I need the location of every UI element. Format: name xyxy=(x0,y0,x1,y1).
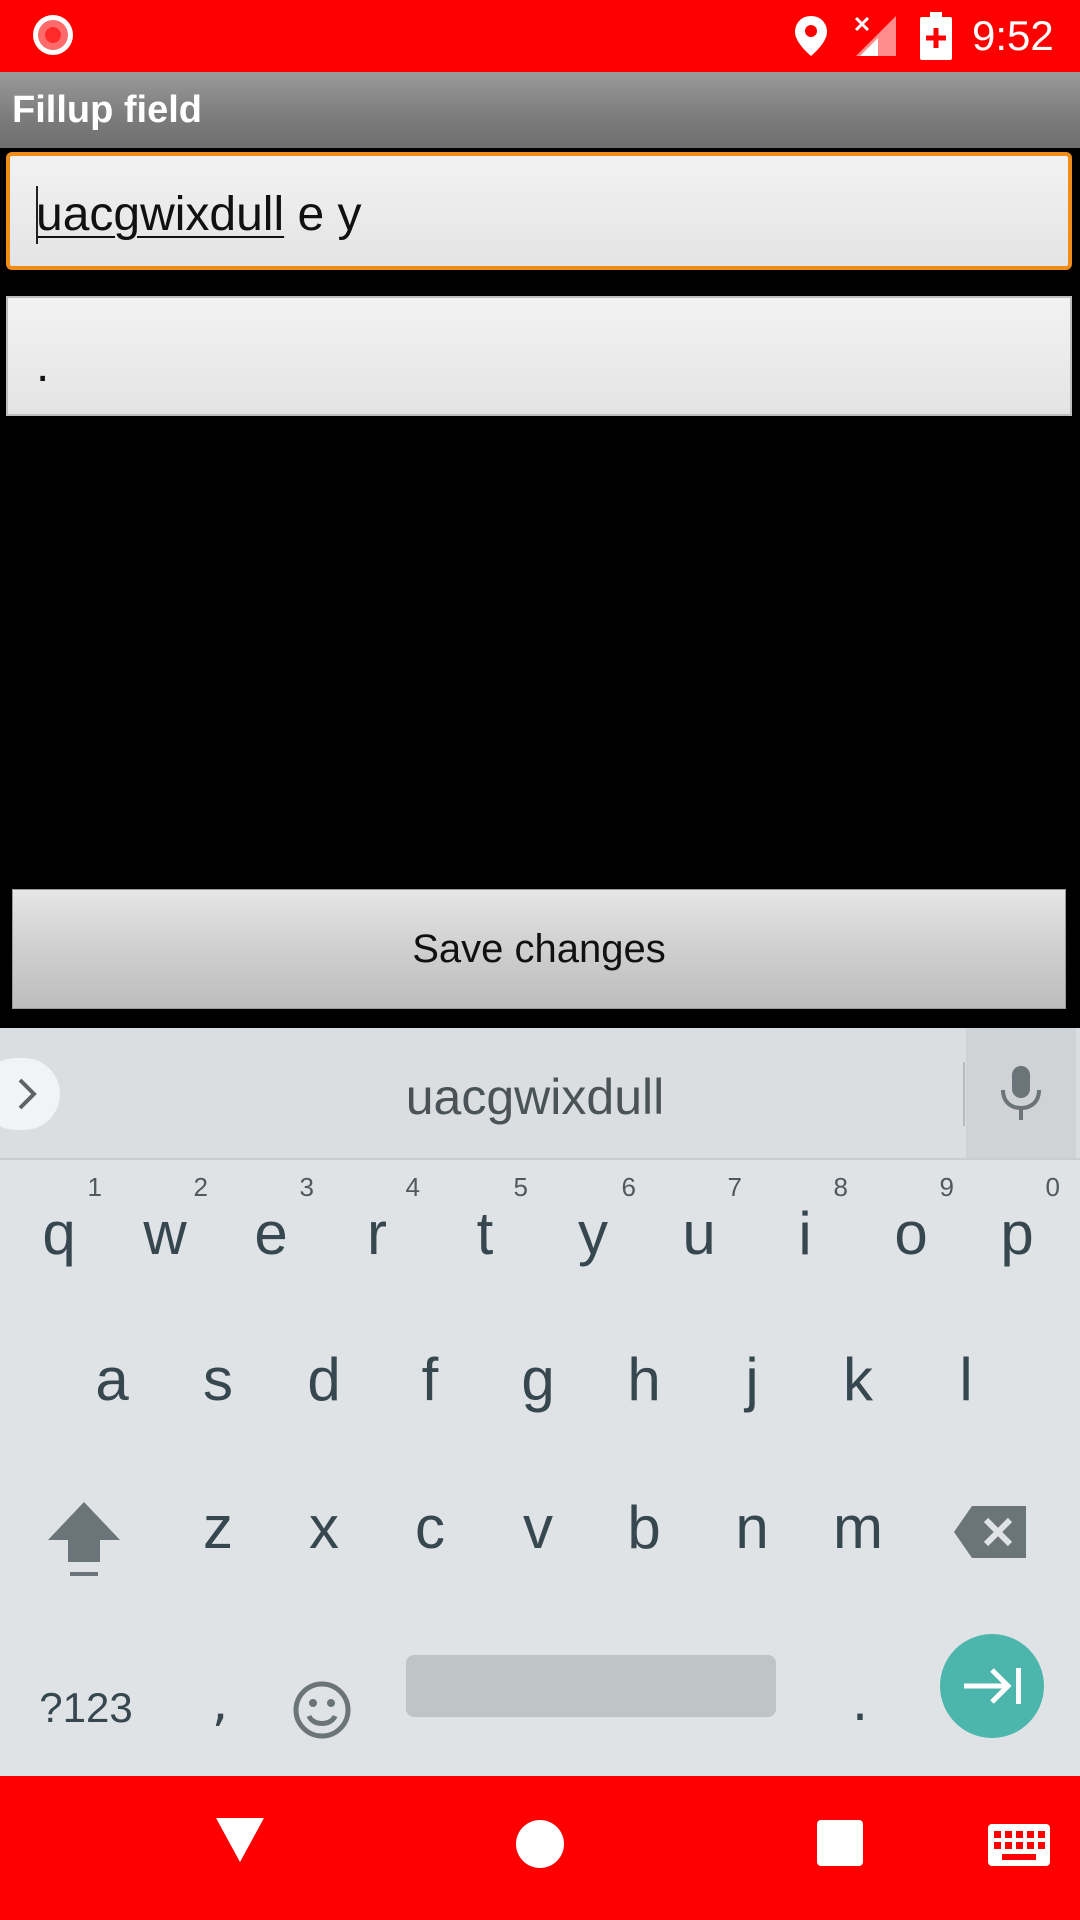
period-key[interactable]: . xyxy=(820,1648,900,1768)
key-o[interactable]: 9o xyxy=(858,1166,964,1306)
key-label: r xyxy=(367,1200,387,1267)
comma-key[interactable]: , xyxy=(180,1648,260,1768)
page-title: Fillup field xyxy=(12,89,202,131)
backspace-icon[interactable] xyxy=(952,1504,1028,1560)
emoji-icon[interactable] xyxy=(292,1680,352,1740)
key-label: u xyxy=(682,1200,716,1267)
text-cursor xyxy=(36,186,38,245)
navigation-bar xyxy=(0,1776,1080,1920)
key-x[interactable]: x xyxy=(271,1460,377,1600)
soft-keyboard: uacgwixdull 1q 2w 3e 4r 5t 6y 7u 8i 9o 0… xyxy=(0,1028,1080,1776)
key-label: z xyxy=(203,1494,233,1561)
key-e[interactable]: 3e xyxy=(218,1166,324,1306)
key-label: v xyxy=(523,1494,553,1561)
key-label: q xyxy=(42,1200,76,1267)
recents-icon[interactable] xyxy=(817,1820,863,1866)
key-label: g xyxy=(521,1346,555,1413)
key-r[interactable]: 4r xyxy=(324,1166,430,1306)
key-g[interactable]: g xyxy=(485,1312,591,1452)
key-label: h xyxy=(627,1346,661,1413)
key-label: j xyxy=(745,1346,759,1413)
key-q[interactable]: 1q xyxy=(6,1166,112,1306)
key-w[interactable]: 2w xyxy=(112,1166,218,1306)
field-1-text: uacgwixdull e y xyxy=(36,156,362,274)
battery-charging-icon xyxy=(920,12,952,60)
keyboard-icon[interactable] xyxy=(988,1824,1050,1866)
key-label: s xyxy=(203,1346,233,1413)
key-label: f xyxy=(421,1346,439,1413)
key-n[interactable]: n xyxy=(699,1460,805,1600)
field-2-text: . xyxy=(36,339,50,392)
next-key[interactable] xyxy=(940,1634,1044,1738)
text-field-1[interactable]: uacgwixdull e y xyxy=(6,152,1072,270)
microphone-icon xyxy=(1001,1066,1041,1120)
key-v[interactable]: v xyxy=(485,1460,591,1600)
composing-text: uacgwixdull xyxy=(36,188,285,241)
key-label: e xyxy=(254,1200,288,1267)
key-z[interactable]: z xyxy=(165,1460,271,1600)
key-label: b xyxy=(627,1494,661,1561)
expand-suggestions-button[interactable] xyxy=(0,1058,60,1130)
key-t[interactable]: 5t xyxy=(432,1166,538,1306)
key-y[interactable]: 6y xyxy=(540,1166,646,1306)
key-k[interactable]: k xyxy=(805,1312,911,1452)
shift-icon[interactable] xyxy=(44,1498,124,1582)
key-d[interactable]: d xyxy=(271,1312,377,1452)
key-s[interactable]: s xyxy=(165,1312,271,1452)
divider xyxy=(963,1062,965,1126)
key-i[interactable]: 8i xyxy=(752,1166,858,1306)
suggestion-strip: uacgwixdull xyxy=(0,1028,1080,1160)
next-arrow-icon xyxy=(964,1668,1021,1704)
signal-icon xyxy=(854,16,896,56)
record-icon xyxy=(33,15,73,55)
key-l[interactable]: l xyxy=(913,1312,1019,1452)
key-label: a xyxy=(95,1346,129,1413)
key-p[interactable]: 0p xyxy=(964,1166,1070,1306)
status-bar: 9:52 xyxy=(0,0,1080,72)
space-key[interactable] xyxy=(406,1655,776,1717)
key-b[interactable]: b xyxy=(591,1460,697,1600)
key-h[interactable]: h xyxy=(591,1312,697,1452)
voice-input-button[interactable] xyxy=(966,1028,1076,1158)
key-label: x xyxy=(309,1494,339,1561)
key-u[interactable]: 7u xyxy=(646,1166,752,1306)
key-j[interactable]: j xyxy=(699,1312,805,1452)
home-icon[interactable] xyxy=(516,1820,564,1868)
key-label: m xyxy=(833,1494,883,1561)
key-label: w xyxy=(143,1200,187,1267)
suggestion-word[interactable]: uacgwixdull xyxy=(340,1028,730,1158)
text-field-2[interactable]: . xyxy=(6,296,1072,416)
key-label: o xyxy=(894,1200,928,1267)
key-label: n xyxy=(735,1494,769,1561)
save-changes-button[interactable]: Save changes xyxy=(12,889,1066,1009)
key-c[interactable]: c xyxy=(377,1460,483,1600)
symbols-key[interactable]: ?123 xyxy=(30,1648,142,1768)
key-label: l xyxy=(959,1346,973,1413)
chevron-right-icon xyxy=(18,1078,37,1110)
key-label: p xyxy=(1000,1200,1034,1267)
key-label: k xyxy=(843,1346,873,1413)
key-label: i xyxy=(798,1200,812,1267)
key-label: y xyxy=(578,1200,608,1267)
location-icon xyxy=(795,16,827,56)
title-bar: Fillup field xyxy=(0,72,1080,148)
key-label: c xyxy=(415,1494,445,1561)
back-icon[interactable] xyxy=(214,1816,266,1864)
key-label: d xyxy=(307,1346,341,1413)
key-a[interactable]: a xyxy=(59,1312,165,1452)
key-m[interactable]: m xyxy=(805,1460,911,1600)
status-time: 9:52 xyxy=(972,12,1054,59)
field-1-rest-text: e y xyxy=(284,188,362,241)
key-label: t xyxy=(476,1200,494,1267)
key-f[interactable]: f xyxy=(377,1312,483,1452)
